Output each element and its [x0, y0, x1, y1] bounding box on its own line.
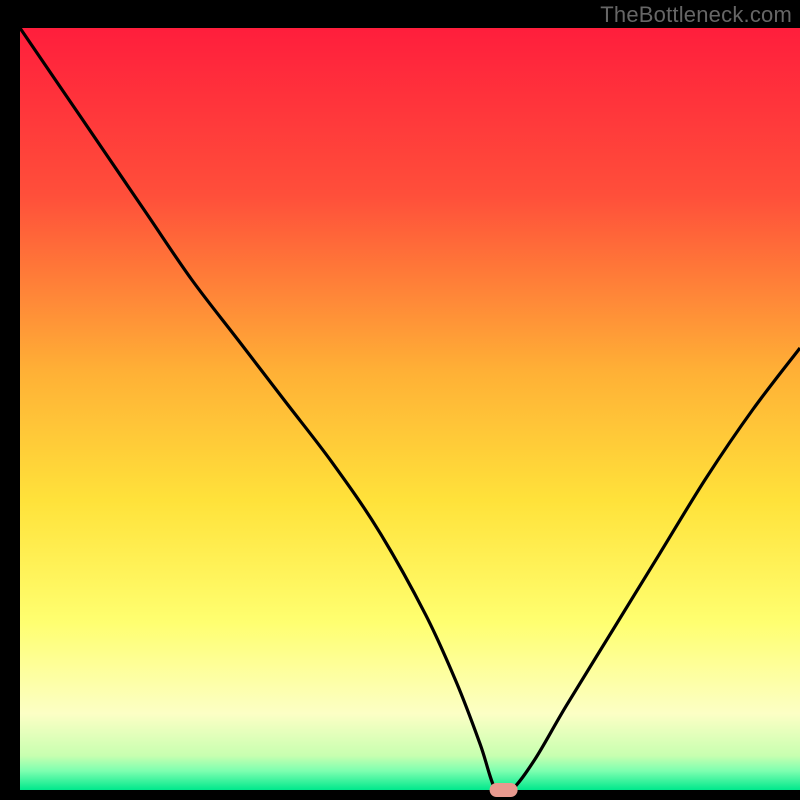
chart-container: TheBottleneck.com — [0, 0, 800, 800]
chart-svg — [0, 0, 800, 800]
watermark-text: TheBottleneck.com — [600, 2, 792, 28]
optimal-marker — [490, 783, 518, 797]
plot-background — [20, 28, 800, 790]
